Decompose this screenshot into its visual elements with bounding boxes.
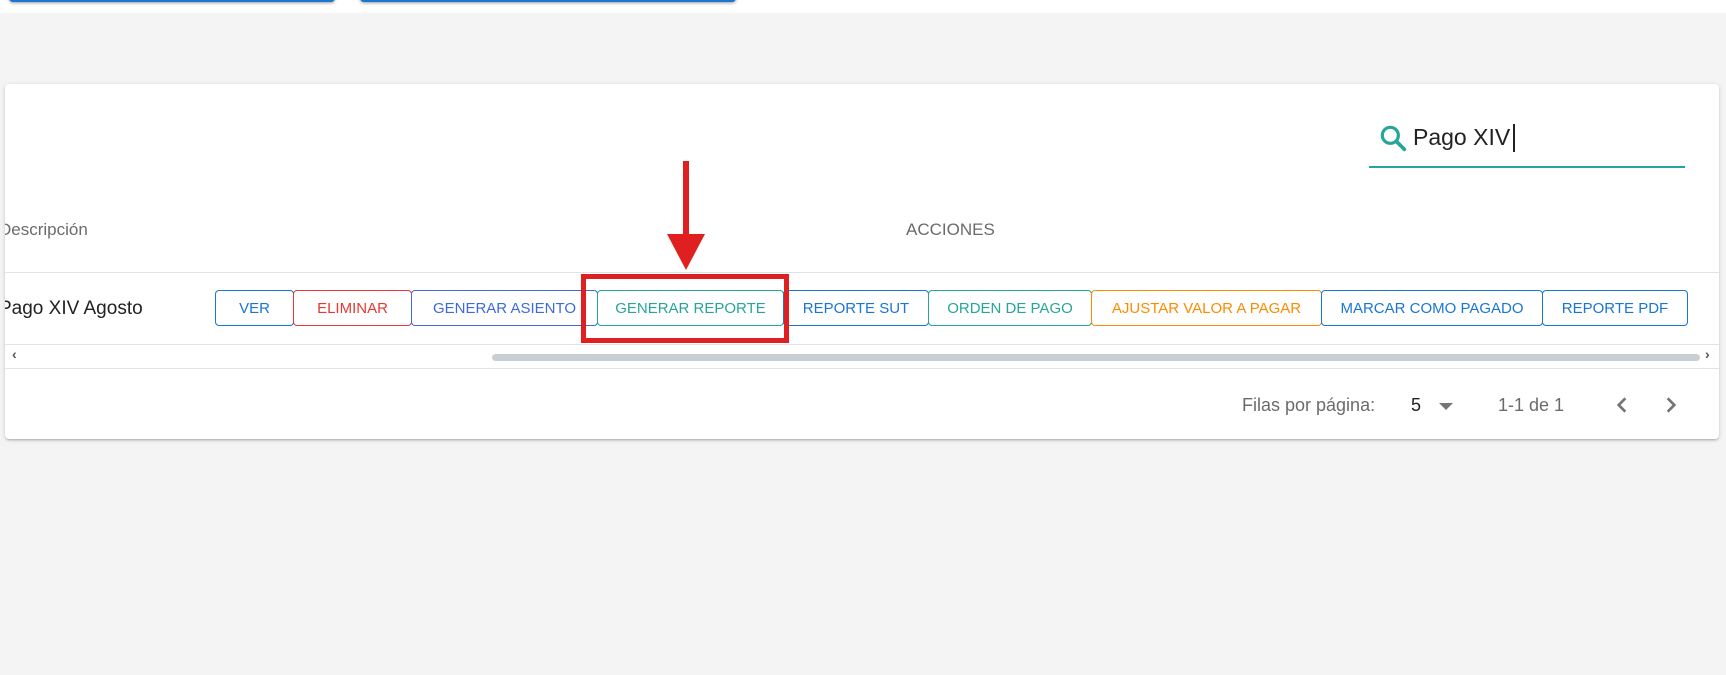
sut-report-button[interactable]: REPORTE SUT xyxy=(783,290,929,326)
chevron-left-icon xyxy=(1616,397,1627,413)
arrow-head xyxy=(667,234,705,270)
header-divider xyxy=(5,272,1719,273)
data-table-card: Descripción ACCIONES Pago XIV Agosto VER… xyxy=(5,84,1719,439)
search-icon xyxy=(1377,122,1409,154)
column-header-description[interactable]: Descripción xyxy=(5,220,88,240)
pagination-range: 1-1 de 1 xyxy=(1498,395,1565,415)
delete-button[interactable]: ELIMINAR xyxy=(293,290,412,326)
view-button[interactable]: VER xyxy=(215,290,294,326)
chevron-down-icon xyxy=(1439,403,1453,410)
rows-per-page-value: 5 xyxy=(1411,395,1422,415)
chevron-right-icon xyxy=(1666,397,1677,413)
next-page-button[interactable] xyxy=(1655,389,1687,421)
rows-per-page-label: Filas por página: xyxy=(1242,395,1376,415)
row-description: Pago XIV Agosto xyxy=(5,298,143,319)
scroll-left-arrow[interactable]: ‹ xyxy=(12,346,17,362)
text-cursor xyxy=(1513,124,1515,152)
mark-paid-button[interactable]: MARCAR COMO PAGADO xyxy=(1321,290,1543,326)
column-header-actions: ACCIONES xyxy=(906,220,995,239)
pdf-report-button[interactable]: REPORTE PDF xyxy=(1542,290,1688,326)
top-toolbar-strip xyxy=(0,0,1726,13)
highlight-box xyxy=(581,274,789,343)
search-input[interactable] xyxy=(1413,118,1673,156)
payment-order-button[interactable]: ORDEN DE PAGO xyxy=(928,290,1092,326)
rows-per-page-select[interactable]: 5 xyxy=(1407,390,1457,420)
footer-divider xyxy=(5,368,1719,369)
previous-page-button[interactable] xyxy=(1606,389,1638,421)
row-divider xyxy=(5,344,1719,345)
horizontal-scrollbar-thumb[interactable] xyxy=(492,354,1700,361)
scroll-right-arrow[interactable]: › xyxy=(1705,346,1710,362)
generate-entry-button[interactable]: GENERAR ASIENTO xyxy=(411,290,598,326)
down-arrow-icon xyxy=(683,161,689,239)
top-action-button[interactable] xyxy=(9,0,335,2)
adjust-amount-button[interactable]: AJUSTAR VALOR A PAGAR xyxy=(1091,290,1322,326)
top-action-button[interactable] xyxy=(360,0,736,2)
search-field[interactable] xyxy=(1369,116,1685,168)
